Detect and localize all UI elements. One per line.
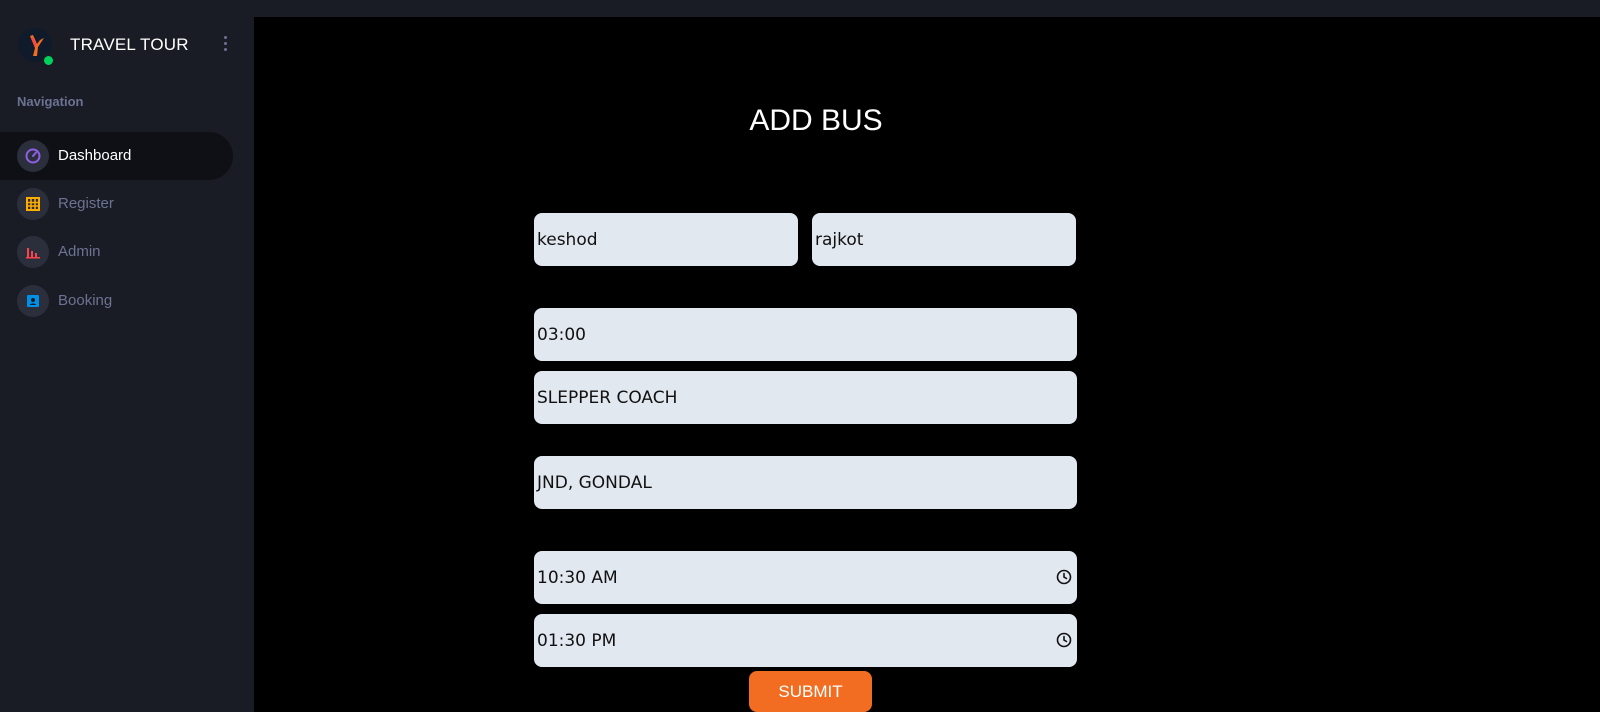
brand-title: TRAVEL TOUR <box>70 35 189 54</box>
from-city-value: keshod <box>537 229 598 250</box>
table-icon <box>17 188 49 220</box>
sidebar-item-dashboard[interactable]: Dashboard <box>0 132 233 180</box>
arrival-time-input[interactable]: 01:30 PM <box>534 614 1077 667</box>
main-content: ADD BUS keshod rajkot 03:00 SLEPPER COAC… <box>254 17 1600 712</box>
sidebar-item-label: Admin <box>58 243 101 260</box>
contacts-icon <box>17 285 49 317</box>
duration-value: 03:00 <box>537 324 586 345</box>
sidebar-item-admin[interactable]: Admin <box>0 228 233 276</box>
from-city-input[interactable]: keshod <box>534 213 798 266</box>
sidebar-item-register[interactable]: Register <box>0 180 233 228</box>
arrival-time-value: 01:30 PM <box>537 630 617 651</box>
speedometer-icon <box>17 140 49 172</box>
sidebar-item-booking[interactable]: Booking <box>0 277 233 325</box>
clock-icon[interactable] <box>1056 632 1072 648</box>
duration-input[interactable]: 03:00 <box>534 308 1077 361</box>
departure-time-input[interactable]: 10:30 AM <box>534 551 1077 604</box>
stops-value: JND, GONDAL <box>537 472 652 493</box>
to-city-value: rajkot <box>815 229 864 250</box>
clock-icon[interactable] <box>1056 569 1072 585</box>
nav-heading: Navigation <box>17 94 84 109</box>
page-title: ADD BUS <box>749 104 883 137</box>
more-options-icon[interactable] <box>220 36 230 54</box>
sidebar-item-label: Booking <box>58 292 113 309</box>
to-city-input[interactable]: rajkot <box>812 213 1076 266</box>
brand[interactable]: TRAVEL TOUR <box>16 26 246 67</box>
bus-type-input[interactable]: SLEPPER COACH <box>534 371 1077 424</box>
submit-button[interactable]: SUBMIT <box>749 671 872 712</box>
bus-type-value: SLEPPER COACH <box>537 387 678 408</box>
sidebar: TRAVEL TOUR Navigation Dashboard Registe… <box>0 0 254 712</box>
online-status-dot <box>42 54 55 67</box>
departure-time-value: 10:30 AM <box>537 567 618 588</box>
sidebar-item-label: Register <box>58 195 114 212</box>
stops-input[interactable]: JND, GONDAL <box>534 456 1077 509</box>
sidebar-item-label: Dashboard <box>58 147 132 164</box>
bar-chart-icon <box>17 236 49 268</box>
